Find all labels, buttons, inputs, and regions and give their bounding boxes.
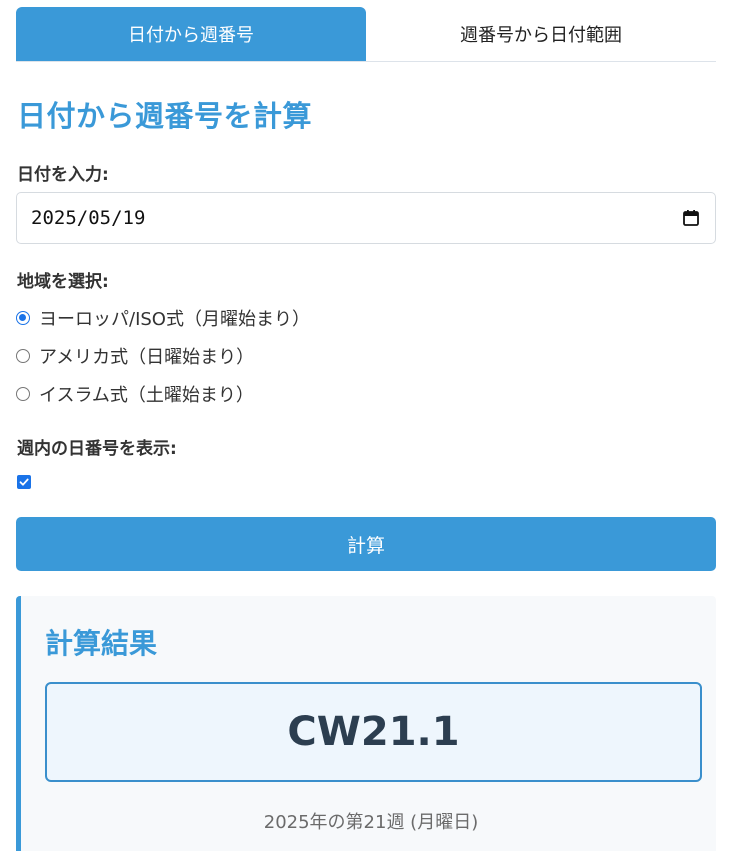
result-title: 計算結果 (45, 627, 158, 660)
date-input-label: 日付を入力: (17, 165, 109, 185)
result-panel: 計算結果 CW21.1 2025年の第21週 (月曜日) (16, 596, 716, 851)
region-option-europe-iso[interactable]: ヨーロッパ/ISO式（月曜始まり） (16, 305, 310, 331)
region-option-label: ヨーロッパ/ISO式（月曜始まり） (39, 309, 310, 330)
page-title: 日付から週番号を計算 (17, 99, 313, 133)
result-value: CW21.1 (45, 682, 702, 782)
region-option-america[interactable]: アメリカ式（日曜始まり） (16, 343, 254, 369)
date-input[interactable]: 2025/05/19 (16, 192, 716, 244)
tab-date-to-week[interactable]: 日付から週番号 (16, 7, 366, 61)
tab-bar: 日付から週番号 週番号から日付範囲 (16, 7, 716, 62)
show-day-number-checkbox[interactable] (17, 475, 31, 489)
radio-button[interactable] (16, 311, 30, 325)
date-input-value: 2025/05/19 (31, 207, 146, 229)
tab-week-to-date-range[interactable]: 週番号から日付範囲 (366, 7, 716, 61)
radio-button[interactable] (16, 387, 30, 401)
calendar-icon[interactable] (682, 209, 700, 227)
region-select-label: 地域を選択: (17, 272, 109, 292)
region-option-islamic[interactable]: イスラム式（土曜始まり） (16, 381, 254, 407)
result-description: 2025年の第21週 (月曜日) (263, 812, 479, 833)
radio-button[interactable] (16, 349, 30, 363)
region-option-label: イスラム式（土曜始まり） (39, 385, 254, 406)
calculate-button[interactable]: 計算 (16, 517, 716, 571)
day-number-label: 週内の日番号を表示: (17, 439, 177, 459)
checkmark-icon (19, 478, 29, 486)
region-option-label: アメリカ式（日曜始まり） (39, 347, 255, 368)
